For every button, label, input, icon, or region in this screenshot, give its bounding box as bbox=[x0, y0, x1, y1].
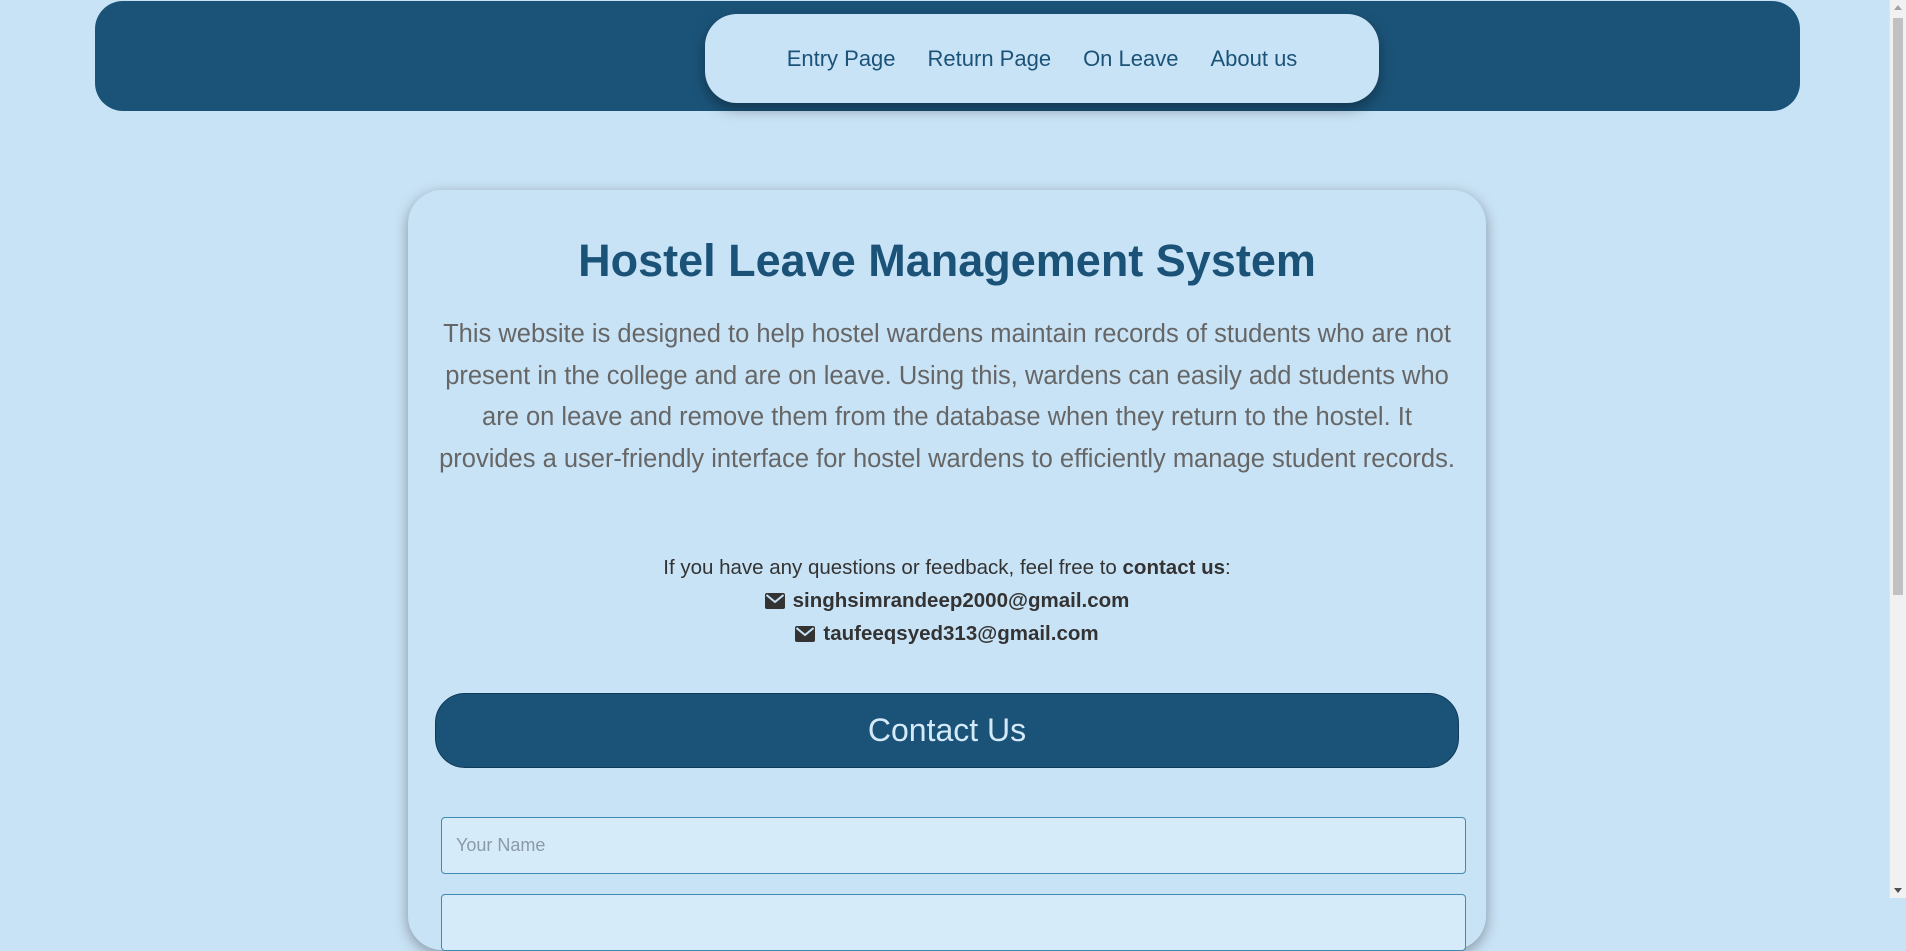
page-scrollbar[interactable] bbox=[1889, 0, 1906, 898]
email-address[interactable]: singhsimrandeep2000@gmail.com bbox=[793, 589, 1130, 613]
contact-intro: If you have any questions or feedback, f… bbox=[408, 556, 1486, 580]
nav-link-on-leave[interactable]: On Leave bbox=[1083, 46, 1178, 72]
name-input[interactable] bbox=[441, 817, 1466, 874]
contact-intro-bold: contact us bbox=[1122, 556, 1226, 579]
contact-intro-text: If you have any questions or feedback, f… bbox=[663, 556, 1123, 579]
scroll-thumb[interactable] bbox=[1893, 18, 1903, 595]
page-title: Hostel Leave Management System bbox=[578, 235, 1316, 286]
about-card: Hostel Leave Management System This webs… bbox=[408, 190, 1486, 951]
scroll-up-icon[interactable] bbox=[1894, 5, 1902, 10]
header-bar: Entry Page Return Page On Leave About us bbox=[95, 1, 1800, 111]
nav-link-about-us[interactable]: About us bbox=[1210, 46, 1297, 72]
scroll-down-icon[interactable] bbox=[1894, 888, 1902, 893]
contact-intro-end: : bbox=[1225, 556, 1231, 579]
next-form-field[interactable] bbox=[441, 894, 1466, 951]
email-row-1: singhsimrandeep2000@gmail.com bbox=[408, 589, 1486, 613]
nav-link-entry-page[interactable]: Entry Page bbox=[787, 46, 896, 72]
envelope-icon bbox=[795, 626, 816, 642]
envelope-icon bbox=[764, 593, 785, 609]
email-address[interactable]: taufeeqsyed313@gmail.com bbox=[823, 622, 1098, 646]
contact-us-button[interactable]: Contact Us bbox=[435, 693, 1459, 768]
site-description: This website is designed to help hostel … bbox=[439, 320, 1455, 473]
email-row-2: taufeeqsyed313@gmail.com bbox=[408, 622, 1486, 646]
main-nav: Entry Page Return Page On Leave About us bbox=[705, 14, 1379, 103]
nav-link-return-page[interactable]: Return Page bbox=[928, 46, 1052, 72]
